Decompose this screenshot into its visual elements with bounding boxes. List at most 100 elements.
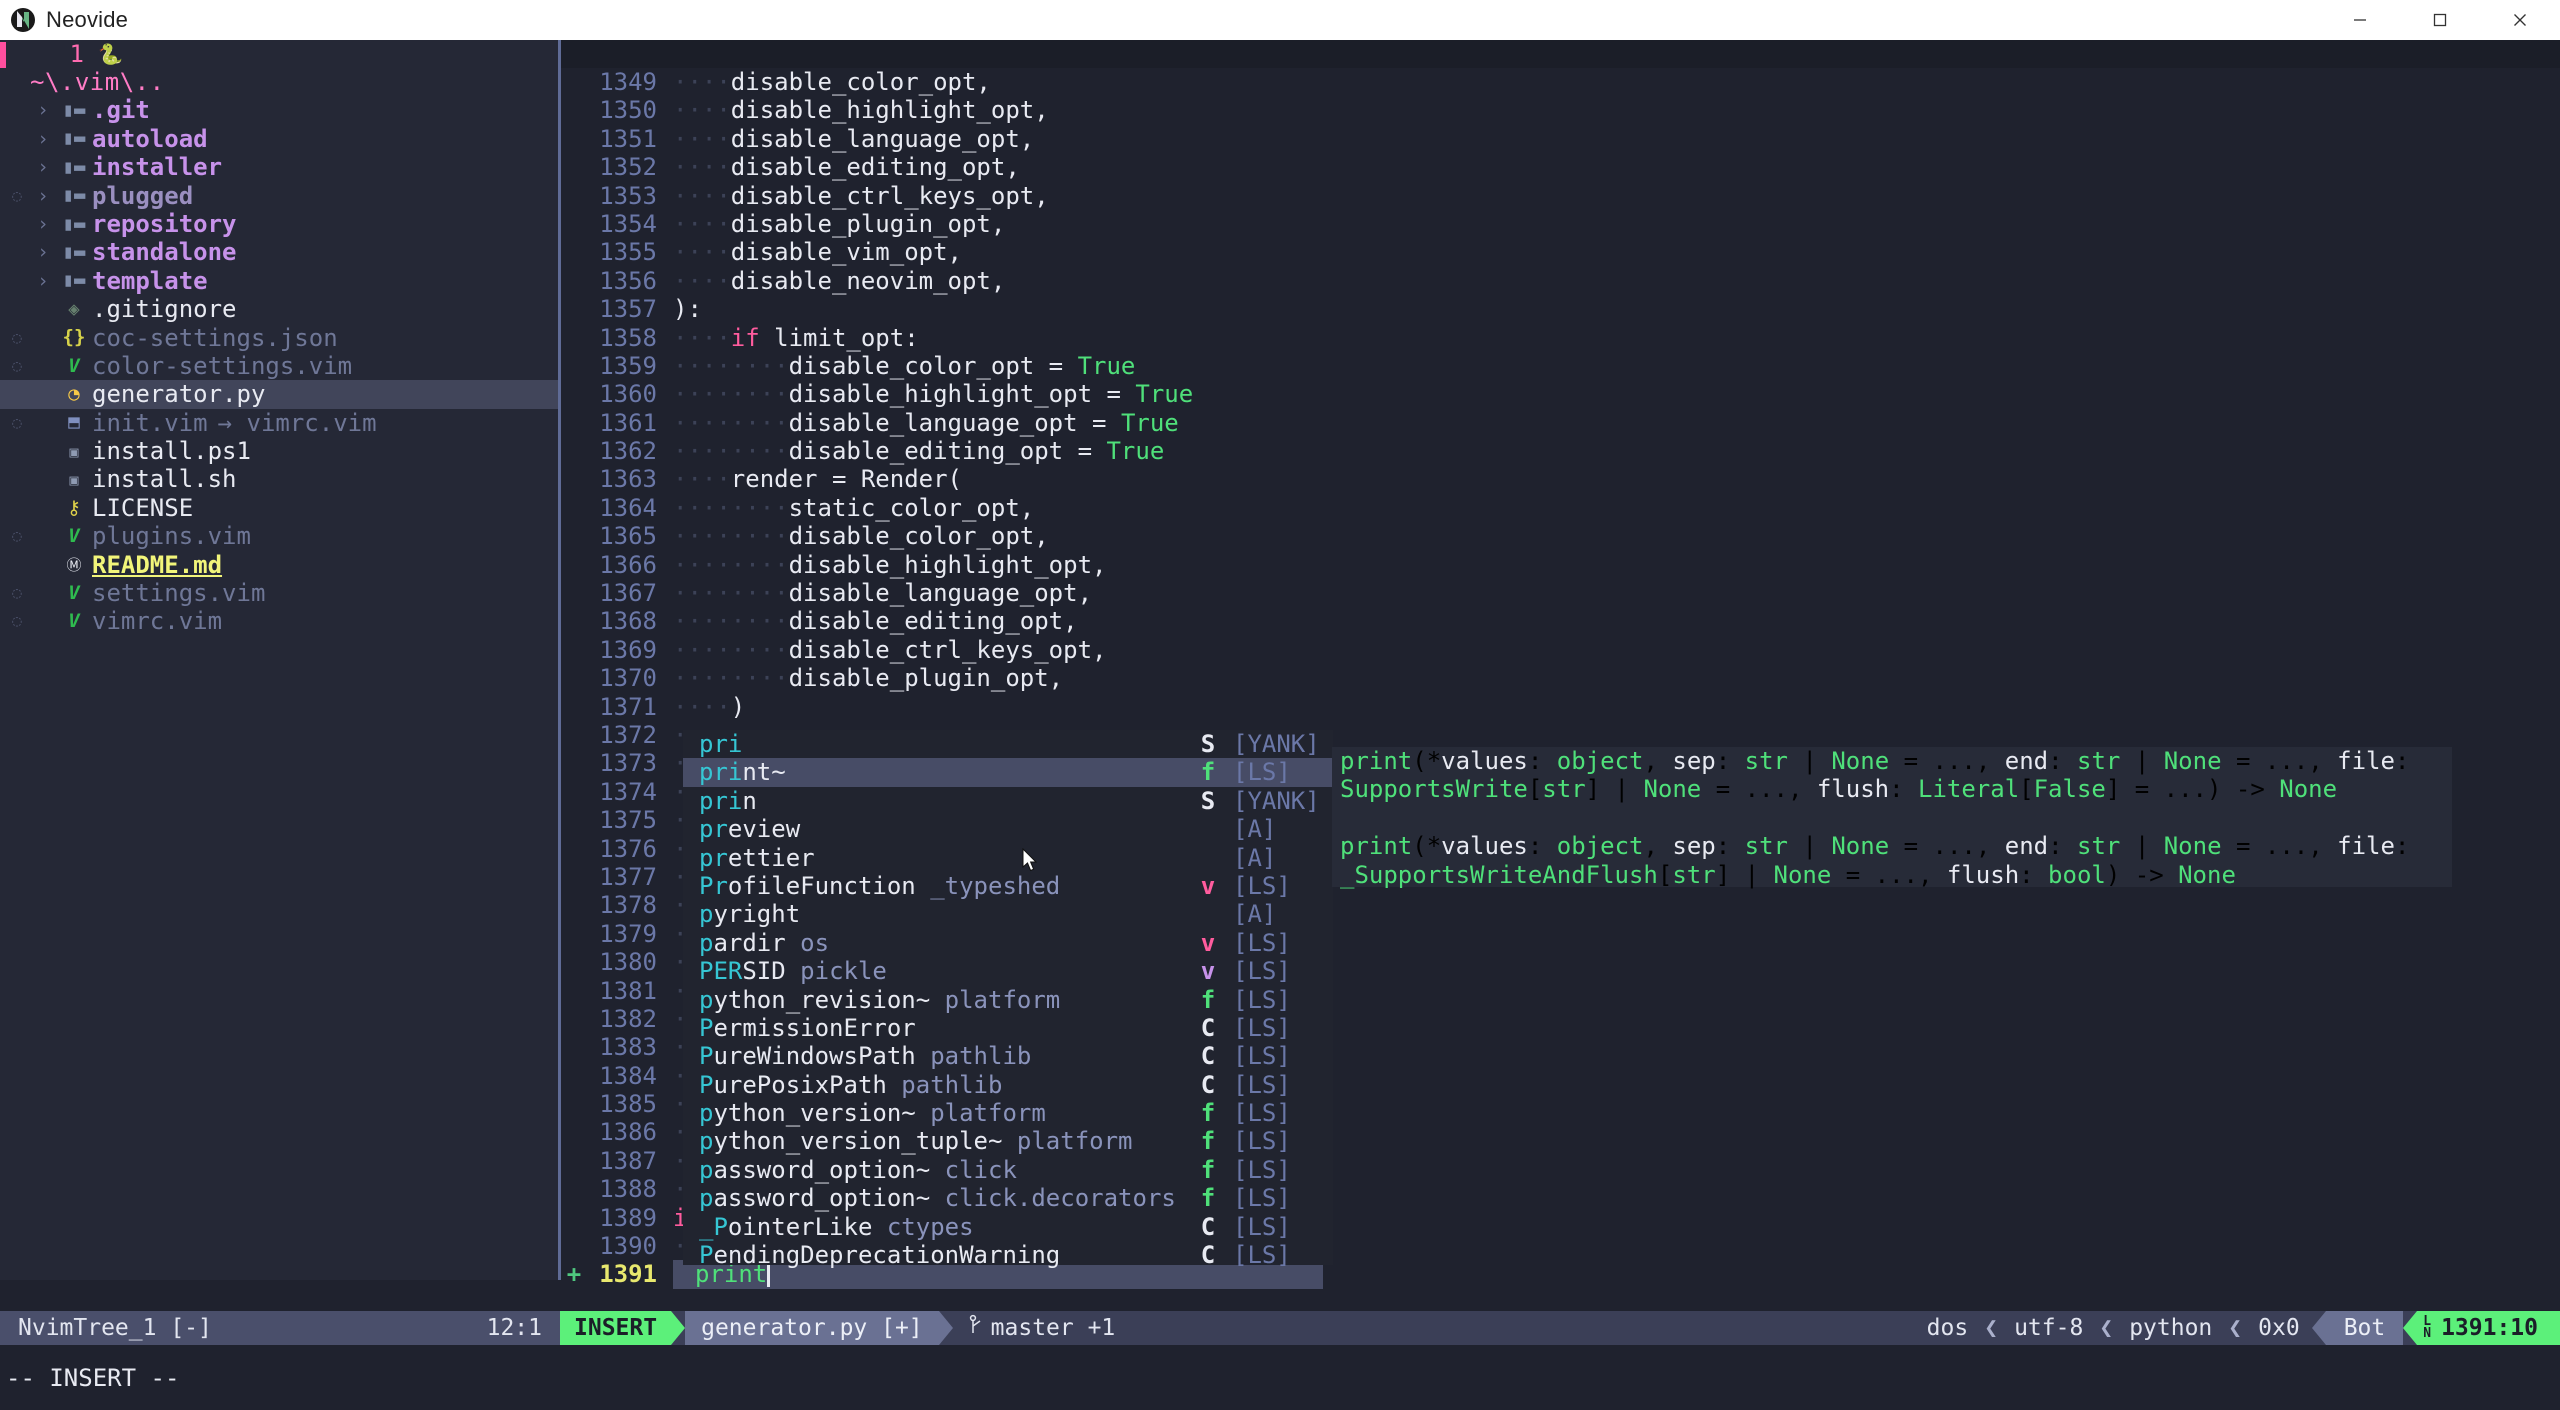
code-line: 1357): bbox=[561, 295, 2560, 323]
completion-item[interactable]: PERSID pickle v [LS] bbox=[683, 957, 1333, 985]
file-tree-sidebar[interactable]: 1 🐍 ~\.vim\.. › ▮▬ .git › ▮▬ autoload › ▮▬ insta… bbox=[0, 40, 560, 1280]
completion-item[interactable]: PendingDeprecationWarning C [LS] bbox=[683, 1241, 1333, 1269]
tree-item-repository[interactable]: › ▮▬ repository bbox=[0, 210, 560, 238]
command-line[interactable]: -- INSERT -- bbox=[0, 1345, 2560, 1410]
file-arrow-icon bbox=[938, 1311, 953, 1345]
chevron-right-icon[interactable]: › bbox=[30, 182, 56, 210]
line-number: 1388 bbox=[599, 1175, 657, 1204]
code-line: 1359 ········disable_color_opt = True bbox=[561, 352, 2560, 380]
code-line: 1351 ····disable_language_opt, bbox=[561, 125, 2560, 153]
completion-item[interactable]: python_revision~ platform f [LS] bbox=[683, 986, 1333, 1014]
tree-item-plugins-vim[interactable]: ◌ Vplugins.vim bbox=[0, 522, 560, 550]
completion-item[interactable]: PermissionError C [LS] bbox=[683, 1014, 1333, 1042]
folder-icon: ▮▬ bbox=[62, 212, 86, 235]
vim-icon: V bbox=[68, 524, 80, 547]
completion-item-kind: f bbox=[1200, 1127, 1216, 1156]
folder-icon: ▮▬ bbox=[62, 269, 86, 292]
chevron-right-icon[interactable]: › bbox=[30, 267, 56, 295]
completion-item[interactable]: prin S [YANK] bbox=[683, 787, 1333, 815]
tree-item-standalone[interactable]: › ▮▬ standalone bbox=[0, 238, 560, 266]
status-cursor-position-segment: LN 1391:10 bbox=[2417, 1311, 2560, 1345]
tree-item-coc-settings-json[interactable]: ◌ {} coc-settings.json bbox=[0, 324, 560, 352]
tree-item-readme-md[interactable]: Ⓜ README.md bbox=[0, 551, 560, 579]
status-fileformat: dos bbox=[1926, 1315, 1969, 1341]
tree-item--gitignore[interactable]: ◈ .gitignore bbox=[0, 295, 560, 323]
line-number: 1360 bbox=[599, 380, 657, 409]
line-number: 1368 bbox=[599, 607, 657, 636]
close-button[interactable] bbox=[2480, 0, 2560, 40]
completion-item[interactable]: preview [A] bbox=[683, 815, 1333, 843]
tree-item-install-ps1[interactable]: ▣ install.ps1 bbox=[0, 437, 560, 465]
folder-icon: ▮▬ bbox=[62, 241, 86, 264]
chevron-right-icon[interactable]: › bbox=[30, 96, 56, 124]
tree-item-install-sh[interactable]: ▣ install.sh bbox=[0, 465, 560, 493]
code-line-text: ········disable_editing_opt = True bbox=[673, 437, 1165, 466]
chevron-right-icon[interactable]: › bbox=[30, 125, 56, 153]
chevron-right-icon[interactable]: › bbox=[30, 210, 56, 238]
status-scroll-position: Bot bbox=[2325, 1311, 2404, 1345]
tree-item--git[interactable]: › ▮▬ .git bbox=[0, 96, 560, 124]
completion-item-label: python_revision~ platform bbox=[699, 985, 1061, 1014]
completion-item[interactable]: PurePosixPath pathlib C [LS] bbox=[683, 1071, 1333, 1099]
doc-block2-line1: print(*values: object, sep: str | None =… bbox=[1340, 832, 2410, 861]
git-status-icon: ◌ bbox=[12, 526, 22, 546]
current-line-number: 1391 bbox=[599, 1260, 657, 1289]
tree-item-vimrc-vim[interactable]: ◌ Vvimrc.vim bbox=[0, 607, 560, 635]
completion-item[interactable]: prettier [A] bbox=[683, 844, 1333, 872]
chevron-right-icon[interactable]: › bbox=[30, 238, 56, 266]
completion-item[interactable]: ProfileFunction _typeshed v [LS] bbox=[683, 872, 1333, 900]
completion-item-source: [LS] bbox=[1233, 1013, 1291, 1042]
tree-item-installer[interactable]: › ▮▬ installer bbox=[0, 153, 560, 181]
status-encoding: utf-8 bbox=[2014, 1315, 2084, 1341]
tree-item-list[interactable]: › ▮▬ .git › ▮▬ autoload › ▮▬ installer ◌ › ▮▬ plugge… bbox=[0, 96, 560, 635]
tree-item-color-settings-vim[interactable]: ◌ Vcolor-settings.vim bbox=[0, 352, 560, 380]
code-line-text: ····disable_neovim_opt, bbox=[673, 266, 1006, 295]
minimize-button[interactable] bbox=[2320, 0, 2400, 40]
maximize-button[interactable] bbox=[2400, 0, 2480, 40]
code-line-text: ····disable_ctrl_keys_opt, bbox=[673, 181, 1049, 210]
completion-item-source: [LS] bbox=[1233, 957, 1291, 986]
tree-item-label: autoload bbox=[92, 124, 208, 153]
completion-item-label: pardir os bbox=[699, 928, 830, 957]
line-number: 1365 bbox=[599, 522, 657, 551]
line-number: 1381 bbox=[599, 976, 657, 1005]
completion-item[interactable]: PureWindowsPath pathlib C [LS] bbox=[683, 1042, 1333, 1070]
completion-item-label: PurePosixPath pathlib bbox=[699, 1070, 1003, 1099]
code-line: 1364 ········static_color_opt, bbox=[561, 494, 2560, 522]
tree-item-autoload[interactable]: › ▮▬ autoload bbox=[0, 125, 560, 153]
tree-item-settings-vim[interactable]: ◌ Vsettings.vim bbox=[0, 579, 560, 607]
tree-item-generator-py[interactable]: ◔ generator.py bbox=[0, 380, 560, 409]
chevron-right-icon[interactable]: › bbox=[30, 153, 56, 181]
code-line-text: ····disable_highlight_opt, bbox=[673, 96, 1049, 125]
window-controls bbox=[2320, 0, 2560, 40]
completion-item-kind: v bbox=[1200, 957, 1216, 986]
tree-item-license[interactable]: ⚷ LICENSE bbox=[0, 494, 560, 522]
code-line: 1358 ····if limit_opt: bbox=[561, 324, 2560, 352]
code-line: 1368 ········disable_editing_opt, bbox=[561, 607, 2560, 635]
completion-item[interactable]: pri S [YANK] bbox=[683, 730, 1333, 758]
line-number: 1357 bbox=[599, 295, 657, 324]
line-number: 1382 bbox=[599, 1004, 657, 1033]
doc-spacer bbox=[1332, 804, 2452, 832]
tree-item-plugged[interactable]: ◌ › ▮▬ plugged bbox=[0, 182, 560, 210]
completion-item-label: password_option~ click.decorators bbox=[699, 1184, 1176, 1213]
completion-item[interactable]: password_option~ click.decorators f [LS] bbox=[683, 1184, 1333, 1212]
completion-item[interactable]: _PointerLike ctypes C [LS] bbox=[683, 1213, 1333, 1241]
code-line: 1367 ········disable_language_opt, bbox=[561, 579, 2560, 607]
tree-item-template[interactable]: › ▮▬ template bbox=[0, 267, 560, 295]
completion-item[interactable]: python_version_tuple~ platform f [LS] bbox=[683, 1127, 1333, 1155]
code-line: 1354 ····disable_plugin_opt, bbox=[561, 210, 2560, 238]
completion-item[interactable]: python_version~ platform f [LS] bbox=[683, 1099, 1333, 1127]
code-line-text: ····render = Render( bbox=[673, 465, 962, 494]
tree-item-init-vim[interactable]: ◌ ⬒ init.vim → vimrc.vim bbox=[0, 409, 560, 437]
tree-item-label: standalone bbox=[92, 238, 237, 267]
completion-item[interactable]: pyright [A] bbox=[683, 900, 1333, 928]
completion-popup[interactable]: pri S [YANK] print~ f [LS] prin S [YANK] preview [… bbox=[683, 730, 1333, 1269]
completion-item[interactable]: password_option~ click f [LS] bbox=[683, 1156, 1333, 1184]
key-icon: ⚷ bbox=[67, 496, 81, 519]
completion-item[interactable]: pardir os v [LS] bbox=[683, 929, 1333, 957]
line-number: 1363 bbox=[599, 465, 657, 494]
completion-item-kind: f bbox=[1200, 985, 1216, 1014]
completion-item[interactable]: print~ f [LS] bbox=[683, 758, 1333, 787]
tree-item-label: install.ps1 bbox=[92, 437, 251, 466]
